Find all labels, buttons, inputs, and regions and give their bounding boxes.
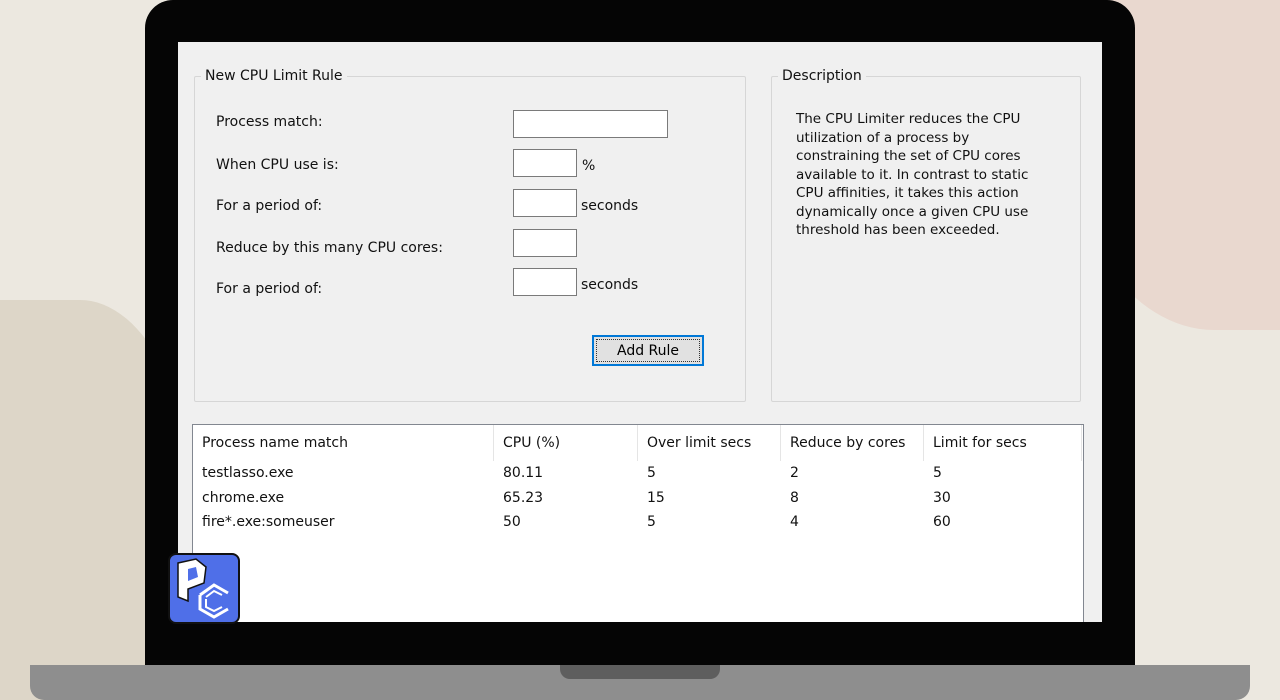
table-cell: 30	[933, 489, 951, 506]
rules-table: Process name match CPU (%) Over limit se…	[192, 424, 1084, 622]
group-title: New CPU Limit Rule	[205, 68, 343, 84]
add-rule-button[interactable]: Add Rule	[592, 335, 704, 366]
table-cell: 2	[790, 465, 799, 482]
limit-period-label: For a period of:	[216, 281, 323, 297]
table-cell: 5	[647, 465, 656, 482]
table-cell: 65.23	[503, 489, 544, 506]
description-text: The CPU Limiter reduces the CPU utilizat…	[796, 111, 1029, 238]
cpu-use-input[interactable]	[513, 149, 577, 177]
period-label: For a period of:	[216, 198, 323, 214]
cpu-use-label: When CPU use is:	[216, 157, 339, 173]
laptop-notch	[560, 665, 720, 679]
limit-period-input[interactable]	[513, 268, 577, 296]
table-row[interactable]: testlasso.exe 80.11 5 2 5	[193, 461, 1083, 486]
process-match-label: Process match:	[216, 114, 323, 130]
column-header[interactable]: CPU (%)	[494, 425, 638, 461]
table-cell: 5	[933, 465, 942, 482]
column-header[interactable]: Limit for secs	[924, 425, 1082, 461]
table-row[interactable]: fire*.exe:someuser 50 5 4 60	[193, 510, 1083, 535]
percent-unit: %	[582, 158, 596, 174]
table-cell: 4	[790, 514, 799, 531]
process-match-input[interactable]	[513, 110, 668, 138]
seconds-unit: seconds	[581, 277, 639, 293]
column-header[interactable]: Process name match	[193, 425, 494, 461]
reduce-cores-label: Reduce by this many CPU cores:	[216, 240, 443, 256]
table-cell: 8	[790, 489, 799, 506]
description-title: Description	[782, 68, 862, 84]
cpu-limiter-window: New CPU Limit Rule Process match: When C…	[178, 42, 1102, 622]
table-cell: 5	[647, 514, 656, 531]
table-cell: fire*.exe:someuser	[202, 514, 335, 531]
table-row[interactable]: chrome.exe 65.23 15 8 30	[193, 486, 1083, 511]
table-cell: 50	[503, 514, 521, 531]
reduce-cores-input[interactable]	[513, 229, 577, 257]
column-header[interactable]: Over limit secs	[638, 425, 781, 461]
table-cell: 60	[933, 514, 951, 531]
table-cell: 15	[647, 489, 665, 506]
seconds-unit: seconds	[581, 198, 639, 214]
table-cell: 80.11	[503, 465, 544, 482]
period-input[interactable]	[513, 189, 577, 217]
table-header: Process name match CPU (%) Over limit se…	[193, 425, 1083, 461]
table-cell: chrome.exe	[202, 489, 285, 506]
column-header[interactable]: Reduce by cores	[781, 425, 924, 461]
brand-logo-icon	[168, 553, 240, 624]
table-cell: testlasso.exe	[202, 465, 294, 482]
